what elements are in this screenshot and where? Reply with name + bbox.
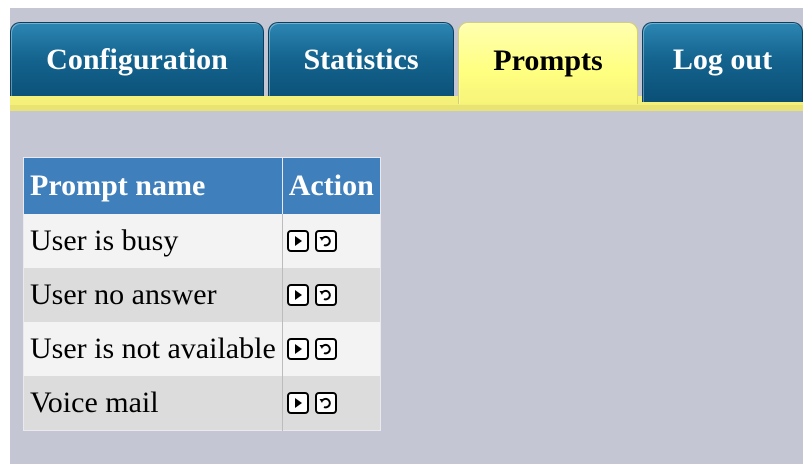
table-row: Voice mail [23, 376, 381, 431]
table-row: User is busy [23, 214, 381, 268]
reset-icon[interactable] [314, 284, 337, 306]
column-header-prompt-name: Prompt name [23, 157, 283, 214]
tab-underline-shadow [10, 105, 803, 111]
action-cell [282, 268, 381, 322]
action-cell [282, 376, 381, 431]
play-icon[interactable] [286, 284, 309, 306]
play-icon[interactable] [286, 392, 309, 414]
action-cell [282, 214, 381, 268]
prompt-name-cell: User no answer [23, 268, 283, 322]
action-cell [282, 322, 381, 376]
reset-icon[interactable] [314, 338, 337, 360]
prompt-name-cell: User is busy [23, 214, 283, 268]
tab-log-out[interactable]: Log out [642, 22, 803, 102]
tab-configuration[interactable]: Configuration [10, 22, 264, 102]
table-row: User is not available [23, 322, 381, 376]
table-header-row: Prompt name Action [23, 157, 381, 214]
tab-prompts[interactable]: Prompts [458, 22, 638, 104]
prompt-name-cell: Voice mail [23, 376, 283, 431]
prompts-table: Prompt name Action User is busy User no … [23, 157, 381, 431]
table-row: User no answer [23, 268, 381, 322]
prompt-name-cell: User is not available [23, 322, 283, 376]
tab-statistics[interactable]: Statistics [268, 22, 454, 102]
column-header-action: Action [282, 157, 381, 214]
tab-bar: Configuration Statistics Prompts Log out [10, 8, 803, 115]
play-icon[interactable] [286, 338, 309, 360]
reset-icon[interactable] [314, 230, 337, 252]
reset-icon[interactable] [314, 392, 337, 414]
play-icon[interactable] [286, 230, 309, 252]
